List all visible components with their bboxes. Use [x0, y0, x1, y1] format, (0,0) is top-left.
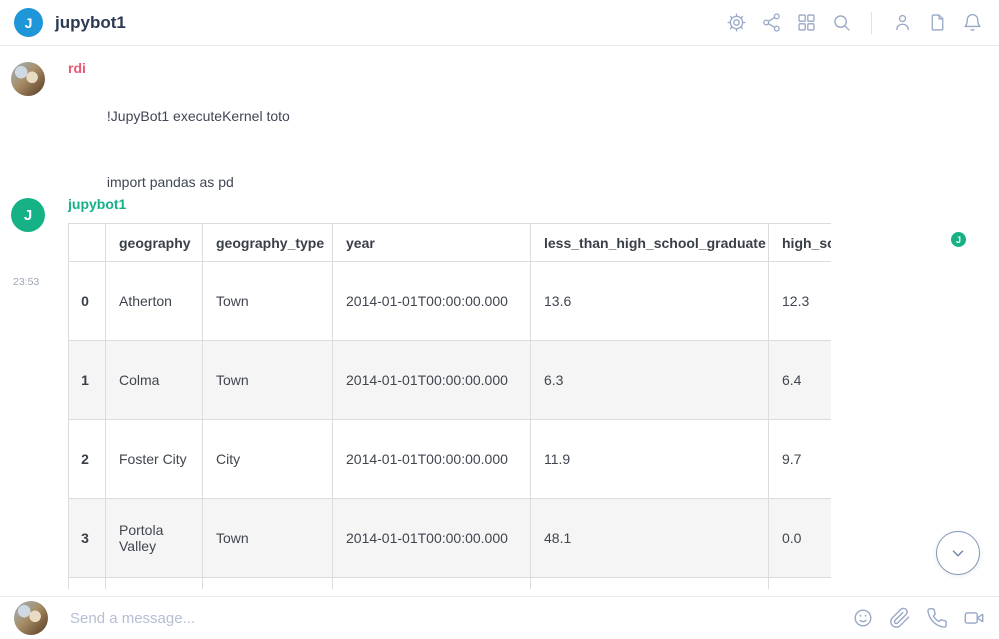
- table-row: 0 Atherton Town 2014-01-01T00:00:00.000 …: [69, 262, 832, 341]
- col-header-year: year: [333, 224, 531, 262]
- video-call-icon[interactable]: [961, 605, 987, 631]
- attach-file-icon[interactable]: [887, 605, 913, 631]
- channel-header: J jupybot1: [0, 0, 999, 46]
- settings-icon[interactable]: [723, 10, 749, 36]
- message-composer: [0, 596, 999, 639]
- composer-toolbar: [850, 605, 987, 631]
- document-icon[interactable]: [924, 10, 950, 36]
- table-header-row: geography geography_type year less_than_…: [69, 224, 832, 262]
- current-user-avatar[interactable]: [14, 601, 48, 635]
- table-row-partial: [69, 578, 832, 590]
- emoji-icon[interactable]: [850, 605, 876, 631]
- call-icon[interactable]: [924, 605, 950, 631]
- message-list[interactable]: rdi !JupyBot1 executeKernel toto import …: [0, 46, 999, 596]
- share-icon[interactable]: [758, 10, 784, 36]
- message-line: !JupyBot1 executeKernel toto: [68, 83, 999, 149]
- dataframe-table-container[interactable]: geography geography_type year less_than_…: [68, 223, 831, 589]
- channel-title: jupybot1: [55, 13, 126, 33]
- col-header-high-school: high_sc: [769, 224, 832, 262]
- toolbar-divider: [871, 12, 872, 34]
- unread-avatar-badge[interactable]: J: [951, 232, 966, 247]
- user-icon[interactable]: [889, 10, 915, 36]
- table-row: 1 Colma Town 2014-01-01T00:00:00.000 6.3…: [69, 341, 832, 420]
- search-icon[interactable]: [828, 10, 854, 36]
- message-jupybot1: J 23:53 jupybot1 geography geography_typ: [0, 196, 999, 589]
- message-input[interactable]: [70, 610, 850, 627]
- username-jupybot1[interactable]: jupybot1: [68, 196, 999, 212]
- col-header-geography-type: geography_type: [203, 224, 333, 262]
- col-header-geography: geography: [106, 224, 203, 262]
- message-timestamp: 23:53: [13, 276, 39, 288]
- gear-icon: [726, 12, 747, 33]
- table-row: 2 Foster City City 2014-01-01T00:00:00.0…: [69, 420, 832, 499]
- header-toolbar: [723, 10, 985, 36]
- user-avatar-rdi[interactable]: [11, 62, 45, 96]
- table-row: 3 Portola Valley Town 2014-01-01T00:00:0…: [69, 499, 832, 578]
- bot-avatar[interactable]: J: [11, 198, 45, 232]
- scroll-to-bottom-button[interactable]: [936, 531, 980, 575]
- channel-avatar[interactable]: J: [14, 8, 43, 37]
- apps-grid-icon[interactable]: [793, 10, 819, 36]
- col-header-index: [69, 224, 106, 262]
- bell-icon[interactable]: [959, 10, 985, 36]
- chat-window: J jupybot1: [0, 0, 999, 639]
- username-rdi[interactable]: rdi: [68, 60, 999, 76]
- dataframe-table: geography geography_type year less_than_…: [68, 223, 831, 589]
- col-header-less-than-hs: less_than_high_school_graduate: [531, 224, 769, 262]
- chevron-down-icon: [947, 542, 969, 564]
